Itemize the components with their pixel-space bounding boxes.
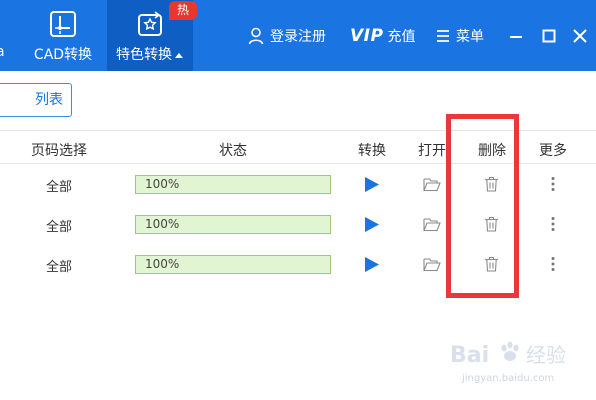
minimize-icon[interactable] [506,26,526,46]
more-icon[interactable] [550,176,556,192]
cad-icon [50,11,76,37]
nav-tab-edge-label[interactable]: a [0,44,5,60]
delete-column-highlight [446,114,519,298]
login-register-label: 登录注册 [270,29,326,45]
svg-text:经验: 经验 [526,343,566,367]
close-icon[interactable] [570,26,590,46]
status-progress-bar: 100% [135,215,331,234]
header-more: 更多 [539,143,567,159]
nav-tab-cad[interactable]: CAD转换 [20,0,106,71]
user-icon [248,27,264,45]
play-icon[interactable] [364,176,380,193]
menu-label: 菜单 [456,29,484,45]
baidu-jingyan-watermark: Bai 经验 jingyan.baidu.com [450,341,566,384]
vip-recharge-button[interactable]: VIP 充值 [350,26,415,46]
status-progress-bar: 100% [135,255,331,274]
svg-text:jingyan.baidu.com: jingyan.baidu.com [461,373,554,384]
nav-tab-special-label: 特色转换 [107,44,193,64]
play-icon[interactable] [364,216,380,233]
header-convert: 转换 [358,143,386,159]
login-register-button[interactable]: 登录注册 [248,26,326,46]
status-progress-bar: 100% [135,175,331,194]
header-page-select: 页码选择 [31,143,87,159]
nav-tab-cad-label: CAD转换 [33,47,93,63]
caret-up-icon [175,53,183,58]
top-bar: a CAD转换 特色转换 热 登录注册 VIP 充值 菜单 [0,0,596,71]
special-convert-icon [138,11,162,36]
status-progress-text: 100% [145,217,180,231]
vip-recharge-label: 充值 [387,29,416,45]
menu-button[interactable]: 菜单 [436,26,484,46]
page-select-cell[interactable]: 全部 [46,256,72,275]
maximize-icon[interactable] [539,26,559,46]
menu-icon [437,30,449,42]
status-progress-text: 100% [145,177,180,191]
play-icon[interactable] [364,256,380,273]
page-select-cell[interactable]: 全部 [46,176,72,195]
header-open: 打开 [418,143,446,159]
file-list-button[interactable]: 列表 [0,83,72,117]
folder-open-icon[interactable] [423,217,441,232]
status-progress-text: 100% [145,257,180,271]
vip-mark: VIP [350,26,384,46]
folder-open-icon[interactable] [423,257,441,272]
more-icon[interactable] [550,216,556,232]
svg-text:Bai: Bai [450,343,489,368]
folder-open-icon[interactable] [423,177,441,192]
page-select-cell[interactable]: 全部 [46,216,72,235]
header-status: 状态 [219,143,247,159]
more-icon[interactable] [550,256,556,272]
hot-badge: 热 [169,1,197,20]
